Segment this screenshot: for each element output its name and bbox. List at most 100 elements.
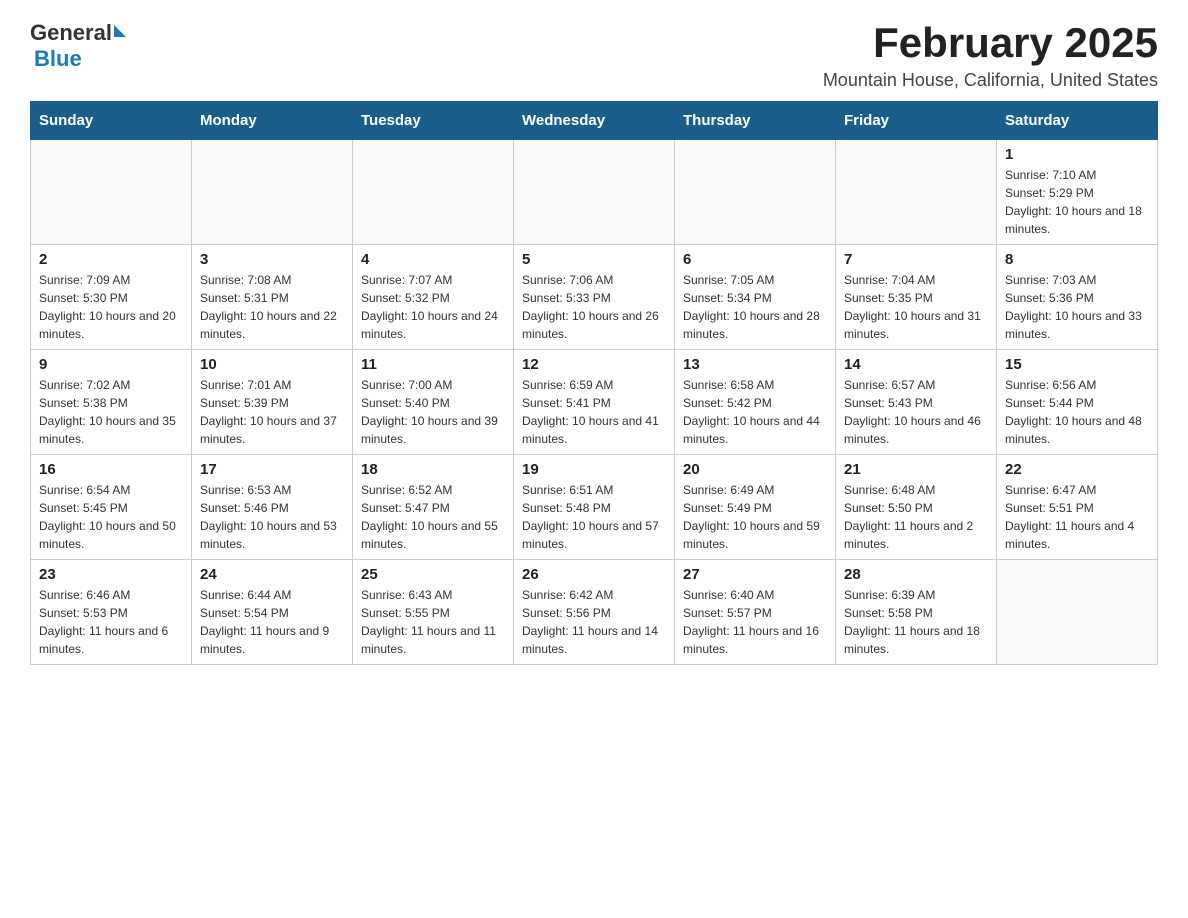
- day-number: 17: [200, 461, 344, 478]
- calendar-title: February 2025: [823, 20, 1158, 66]
- day-number: 28: [844, 566, 988, 583]
- day-number: 20: [683, 461, 827, 478]
- calendar-day-cell: 18 Sunrise: 6:52 AM Sunset: 5:47 PM Dayli…: [353, 455, 514, 560]
- day-number: 19: [522, 461, 666, 478]
- day-info: Sunrise: 7:00 AM Sunset: 5:40 PM Dayligh…: [361, 376, 505, 448]
- logo-general: General: [30, 20, 112, 46]
- day-info: Sunrise: 6:47 AM Sunset: 5:51 PM Dayligh…: [1005, 481, 1149, 553]
- day-number: 9: [39, 356, 183, 373]
- calendar-day-cell: 11 Sunrise: 7:00 AM Sunset: 5:40 PM Dayli…: [353, 350, 514, 455]
- day-number: 25: [361, 566, 505, 583]
- calendar-day-cell: 28 Sunrise: 6:39 AM Sunset: 5:58 PM Dayli…: [836, 560, 997, 665]
- calendar-table: SundayMondayTuesdayWednesdayThursdayFrid…: [30, 101, 1158, 665]
- day-info: Sunrise: 7:04 AM Sunset: 5:35 PM Dayligh…: [844, 271, 988, 343]
- calendar-day-cell: 19 Sunrise: 6:51 AM Sunset: 5:48 PM Dayli…: [514, 455, 675, 560]
- day-info: Sunrise: 7:03 AM Sunset: 5:36 PM Dayligh…: [1005, 271, 1149, 343]
- day-info: Sunrise: 6:42 AM Sunset: 5:56 PM Dayligh…: [522, 586, 666, 658]
- weekday-header-thursday: Thursday: [675, 102, 836, 140]
- calendar-subtitle: Mountain House, California, United State…: [823, 70, 1158, 91]
- day-number: 5: [522, 251, 666, 268]
- calendar-day-cell: 14 Sunrise: 6:57 AM Sunset: 5:43 PM Dayli…: [836, 350, 997, 455]
- calendar-day-cell: 15Sunrise: 6:56 AM Sunset: 5:44 PM Dayli…: [997, 350, 1158, 455]
- calendar-day-cell: 5Sunrise: 7:06 AM Sunset: 5:33 PM Daylig…: [514, 245, 675, 350]
- day-number: 24: [200, 566, 344, 583]
- calendar-day-cell: 10 Sunrise: 7:01 AM Sunset: 5:39 PM Dayli…: [192, 350, 353, 455]
- weekday-header-wednesday: Wednesday: [514, 102, 675, 140]
- calendar-day-cell: 25 Sunrise: 6:43 AM Sunset: 5:55 PM Dayli…: [353, 560, 514, 665]
- day-info: Sunrise: 6:43 AM Sunset: 5:55 PM Dayligh…: [361, 586, 505, 658]
- day-number: 8: [1005, 251, 1149, 268]
- day-info: Sunrise: 6:53 AM Sunset: 5:46 PM Dayligh…: [200, 481, 344, 553]
- day-number: 27: [683, 566, 827, 583]
- logo-blue: Blue: [34, 46, 82, 72]
- logo: General Blue: [30, 20, 126, 72]
- day-info: Sunrise: 7:08 AM Sunset: 5:31 PM Dayligh…: [200, 271, 344, 343]
- day-number: 13: [683, 356, 827, 373]
- calendar-day-cell: 4Sunrise: 7:07 AM Sunset: 5:32 PM Daylig…: [353, 245, 514, 350]
- day-number: 6: [683, 251, 827, 268]
- title-block: February 2025 Mountain House, California…: [823, 20, 1158, 91]
- calendar-day-cell: 7 Sunrise: 7:04 AM Sunset: 5:35 PM Daylig…: [836, 245, 997, 350]
- calendar-day-cell: [353, 140, 514, 245]
- day-number: 23: [39, 566, 183, 583]
- page-header: General Blue February 2025 Mountain Hous…: [30, 20, 1158, 91]
- logo-arrow-icon: [114, 25, 126, 37]
- day-info: Sunrise: 6:51 AM Sunset: 5:48 PM Dayligh…: [522, 481, 666, 553]
- day-info: Sunrise: 6:48 AM Sunset: 5:50 PM Dayligh…: [844, 481, 988, 553]
- day-info: Sunrise: 6:58 AM Sunset: 5:42 PM Dayligh…: [683, 376, 827, 448]
- day-number: 7: [844, 251, 988, 268]
- day-info: Sunrise: 7:09 AM Sunset: 5:30 PM Dayligh…: [39, 271, 183, 343]
- calendar-day-cell: [836, 140, 997, 245]
- day-number: 18: [361, 461, 505, 478]
- day-info: Sunrise: 7:07 AM Sunset: 5:32 PM Dayligh…: [361, 271, 505, 343]
- day-info: Sunrise: 6:44 AM Sunset: 5:54 PM Dayligh…: [200, 586, 344, 658]
- day-info: Sunrise: 6:52 AM Sunset: 5:47 PM Dayligh…: [361, 481, 505, 553]
- day-number: 21: [844, 461, 988, 478]
- calendar-day-cell: 13 Sunrise: 6:58 AM Sunset: 5:42 PM Dayli…: [675, 350, 836, 455]
- day-info: Sunrise: 6:59 AM Sunset: 5:41 PM Dayligh…: [522, 376, 666, 448]
- day-number: 10: [200, 356, 344, 373]
- weekday-header-saturday: Saturday: [997, 102, 1158, 140]
- calendar-day-cell: 23 Sunrise: 6:46 AM Sunset: 5:53 PM Dayli…: [31, 560, 192, 665]
- calendar-day-cell: 24 Sunrise: 6:44 AM Sunset: 5:54 PM Dayli…: [192, 560, 353, 665]
- calendar-week-row: 23 Sunrise: 6:46 AM Sunset: 5:53 PM Dayli…: [31, 560, 1158, 665]
- day-info: Sunrise: 6:56 AM Sunset: 5:44 PM Dayligh…: [1005, 376, 1149, 448]
- calendar-day-cell: [514, 140, 675, 245]
- day-info: Sunrise: 7:01 AM Sunset: 5:39 PM Dayligh…: [200, 376, 344, 448]
- calendar-day-cell: 16Sunrise: 6:54 AM Sunset: 5:45 PM Dayli…: [31, 455, 192, 560]
- day-number: 3: [200, 251, 344, 268]
- day-number: 16: [39, 461, 183, 478]
- calendar-day-cell: 26 Sunrise: 6:42 AM Sunset: 5:56 PM Dayli…: [514, 560, 675, 665]
- calendar-day-cell: 3 Sunrise: 7:08 AM Sunset: 5:31 PM Daylig…: [192, 245, 353, 350]
- calendar-week-row: 2Sunrise: 7:09 AM Sunset: 5:30 PM Daylig…: [31, 245, 1158, 350]
- calendar-day-cell: 8 Sunrise: 7:03 AM Sunset: 5:36 PM Daylig…: [997, 245, 1158, 350]
- calendar-week-row: 1 Sunrise: 7:10 AM Sunset: 5:29 PM Daylig…: [31, 140, 1158, 245]
- calendar-day-cell: 27 Sunrise: 6:40 AM Sunset: 5:57 PM Dayli…: [675, 560, 836, 665]
- calendar-day-cell: 9Sunrise: 7:02 AM Sunset: 5:38 PM Daylig…: [31, 350, 192, 455]
- day-info: Sunrise: 6:57 AM Sunset: 5:43 PM Dayligh…: [844, 376, 988, 448]
- day-info: Sunrise: 6:46 AM Sunset: 5:53 PM Dayligh…: [39, 586, 183, 658]
- calendar-week-row: 9Sunrise: 7:02 AM Sunset: 5:38 PM Daylig…: [31, 350, 1158, 455]
- weekday-header-sunday: Sunday: [31, 102, 192, 140]
- calendar-header-row: SundayMondayTuesdayWednesdayThursdayFrid…: [31, 102, 1158, 140]
- calendar-week-row: 16Sunrise: 6:54 AM Sunset: 5:45 PM Dayli…: [31, 455, 1158, 560]
- day-info: Sunrise: 6:40 AM Sunset: 5:57 PM Dayligh…: [683, 586, 827, 658]
- calendar-day-cell: 12 Sunrise: 6:59 AM Sunset: 5:41 PM Dayli…: [514, 350, 675, 455]
- day-number: 14: [844, 356, 988, 373]
- day-info: Sunrise: 6:39 AM Sunset: 5:58 PM Dayligh…: [844, 586, 988, 658]
- calendar-day-cell: [31, 140, 192, 245]
- weekday-header-tuesday: Tuesday: [353, 102, 514, 140]
- day-info: Sunrise: 7:05 AM Sunset: 5:34 PM Dayligh…: [683, 271, 827, 343]
- calendar-day-cell: [675, 140, 836, 245]
- calendar-day-cell: [192, 140, 353, 245]
- calendar-day-cell: 1 Sunrise: 7:10 AM Sunset: 5:29 PM Daylig…: [997, 140, 1158, 245]
- calendar-day-cell: 20Sunrise: 6:49 AM Sunset: 5:49 PM Dayli…: [675, 455, 836, 560]
- calendar-day-cell: [997, 560, 1158, 665]
- calendar-day-cell: 2Sunrise: 7:09 AM Sunset: 5:30 PM Daylig…: [31, 245, 192, 350]
- weekday-header-friday: Friday: [836, 102, 997, 140]
- day-number: 1: [1005, 146, 1149, 163]
- day-info: Sunrise: 7:10 AM Sunset: 5:29 PM Dayligh…: [1005, 166, 1149, 238]
- day-number: 26: [522, 566, 666, 583]
- day-number: 12: [522, 356, 666, 373]
- day-number: 11: [361, 356, 505, 373]
